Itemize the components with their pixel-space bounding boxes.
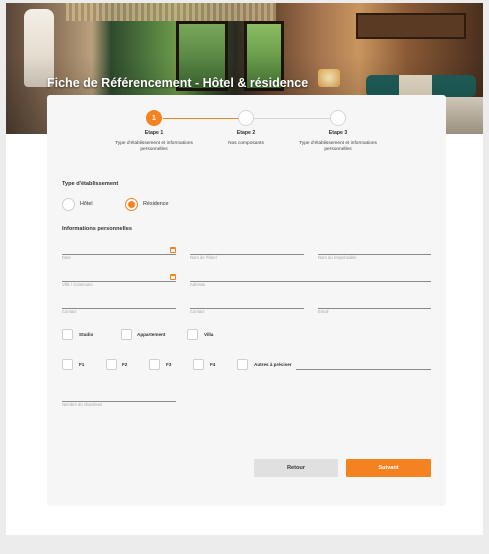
calendar-icon[interactable] xyxy=(170,274,176,280)
checkbox-other-label: Autres à préciser xyxy=(254,362,292,367)
step-1-title: Etape 1 xyxy=(144,130,164,136)
rooms-count-input[interactable] xyxy=(62,402,176,407)
email-field[interactable] xyxy=(318,300,431,314)
radio-residence-label: Résidence xyxy=(143,201,169,207)
manager-name-input[interactable] xyxy=(318,255,431,260)
checkbox-f1[interactable] xyxy=(62,359,73,370)
contact-1-field[interactable] xyxy=(62,300,176,314)
city-input[interactable] xyxy=(62,282,176,287)
contact-2-field[interactable] xyxy=(190,300,304,314)
step-1-circle[interactable]: 1 xyxy=(146,110,162,126)
checkbox-f2-label: F2 xyxy=(122,362,128,367)
email-input[interactable] xyxy=(318,309,431,314)
checkbox-studio[interactable] xyxy=(62,329,73,340)
step-3-description: Type d'établissement et informations per… xyxy=(299,141,377,152)
checkbox-f3[interactable] xyxy=(149,359,160,370)
manager-name-field[interactable] xyxy=(318,246,431,260)
hotel-name-field[interactable] xyxy=(190,246,304,260)
step-2-description: Nos composants xyxy=(228,141,264,146)
checkbox-f4-label: F4 xyxy=(210,362,216,367)
personal-section-title: Informations personnelles xyxy=(62,226,132,232)
hotel-name-input[interactable] xyxy=(190,255,304,260)
contact-1-input[interactable] xyxy=(62,309,176,314)
rooms-count-field[interactable] xyxy=(62,393,176,407)
back-button[interactable]: Retour xyxy=(254,459,338,477)
radio-hotel-label: Hôtel xyxy=(80,201,93,207)
checkbox-appartement[interactable] xyxy=(121,329,132,340)
establishment-section-title: Type d'établissement xyxy=(62,181,119,187)
stepper-line-1 xyxy=(163,118,238,119)
checkbox-f1-label: F1 xyxy=(79,362,85,367)
address-input[interactable] xyxy=(190,282,431,287)
step-1-description: Type d'établissement et informations per… xyxy=(115,141,193,152)
checkbox-other[interactable] xyxy=(237,359,248,370)
date-input[interactable] xyxy=(62,255,176,260)
stepper-line-2 xyxy=(254,118,330,119)
contact-2-input[interactable] xyxy=(190,309,304,314)
date-field[interactable] xyxy=(62,246,176,260)
radio-residence[interactable] xyxy=(125,198,138,211)
checkbox-f2[interactable] xyxy=(106,359,117,370)
checkbox-f4[interactable] xyxy=(193,359,204,370)
checkbox-f3-label: F3 xyxy=(166,362,172,367)
radio-hotel[interactable] xyxy=(62,198,75,211)
step-2-title: Etape 2 xyxy=(236,130,256,136)
checkbox-studio-label: Studio xyxy=(79,332,94,337)
step-2-circle[interactable] xyxy=(238,110,254,126)
calendar-icon[interactable] xyxy=(170,247,176,253)
other-specify-input[interactable] xyxy=(296,369,431,370)
checkbox-villa-label: Villa xyxy=(204,332,214,337)
step-3-title: Etape 3 xyxy=(328,130,348,136)
checkbox-villa[interactable] xyxy=(187,329,198,340)
page-title: Fiche de Référencement - Hôtel & résiden… xyxy=(47,76,309,90)
step-3-circle[interactable] xyxy=(330,110,346,126)
next-button[interactable]: Suivant xyxy=(346,459,431,477)
address-field[interactable] xyxy=(190,273,431,287)
checkbox-appartement-label: Appartement xyxy=(137,332,166,337)
city-field[interactable] xyxy=(62,273,176,287)
